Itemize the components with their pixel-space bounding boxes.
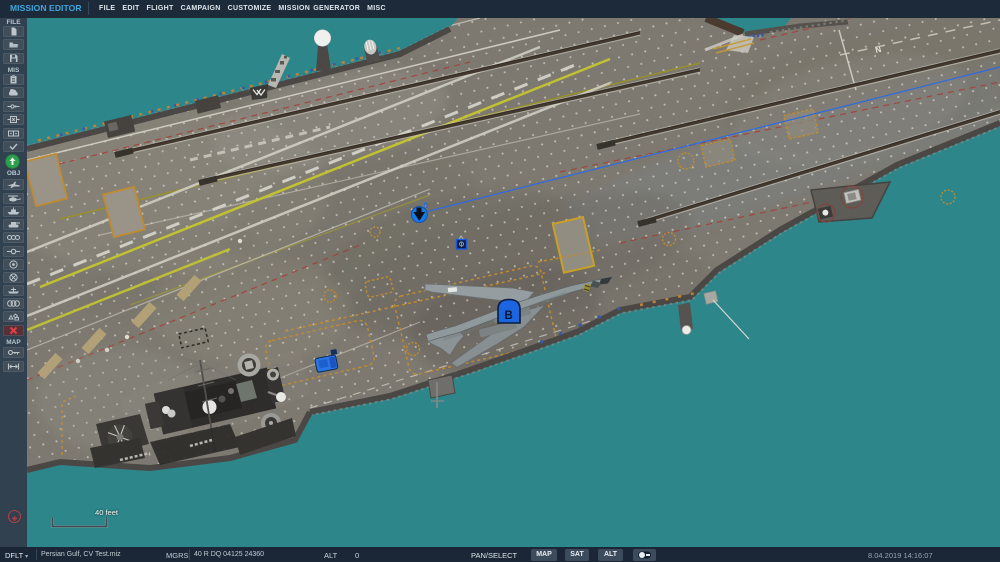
svg-text:40 feet: 40 feet bbox=[95, 508, 119, 517]
svg-text:B: B bbox=[505, 310, 513, 322]
svg-text:0: 0 bbox=[424, 200, 429, 210]
